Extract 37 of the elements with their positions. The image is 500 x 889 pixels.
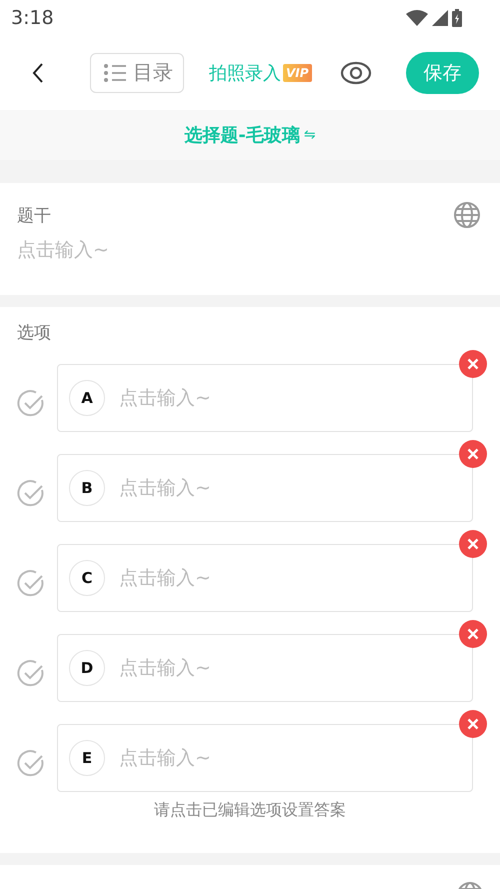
option-input-field[interactable]: 点击输入~: [117, 746, 341, 770]
catalog-button[interactable]: 目录: [90, 52, 184, 92]
delete-icon[interactable]: [459, 350, 487, 378]
eye-icon[interactable]: [340, 60, 372, 84]
answer-hint: 请点击已编辑选项设置答案: [153, 800, 347, 821]
vip-badge: VIP: [283, 64, 312, 82]
list-icon: [103, 62, 127, 82]
photo-entry-link[interactable]: 拍照录入: [209, 60, 281, 84]
signal-icon: [432, 10, 448, 26]
check-circle-icon[interactable]: [17, 389, 45, 417]
check-circle-icon[interactable]: [17, 659, 45, 687]
delete-icon[interactable]: [459, 620, 487, 648]
delete-icon[interactable]: [459, 440, 487, 468]
battery-icon: [452, 8, 462, 26]
status-time: 3:18: [11, 6, 54, 28]
option-letter: B: [69, 470, 105, 506]
save-button[interactable]: 保存: [406, 52, 479, 94]
option-letter: C: [69, 560, 105, 596]
option-letter: E: [69, 740, 105, 776]
stem-label: 题干: [17, 204, 51, 226]
check-circle-icon[interactable]: [17, 749, 45, 777]
option-input-field[interactable]: 点击输入~: [117, 566, 341, 590]
option-letter: D: [69, 650, 105, 686]
option-input-field[interactable]: 点击输入~: [117, 656, 341, 680]
delete-icon[interactable]: [459, 530, 487, 558]
delete-icon[interactable]: [459, 710, 487, 738]
option-letter: A: [69, 380, 105, 416]
check-circle-icon[interactable]: [17, 479, 45, 507]
option-input-field[interactable]: 点击输入~: [117, 476, 341, 500]
switch-icon[interactable]: ⇋: [304, 127, 316, 143]
wifi-icon: [406, 10, 428, 26]
globe-icon[interactable]: [453, 201, 481, 229]
question-type-title[interactable]: 选择题-毛玻璃: [184, 123, 300, 147]
options-label: 选项: [17, 322, 52, 344]
option-input-field[interactable]: 点击输入~: [117, 386, 341, 410]
check-circle-icon[interactable]: [17, 569, 45, 597]
back-icon[interactable]: [32, 62, 44, 82]
